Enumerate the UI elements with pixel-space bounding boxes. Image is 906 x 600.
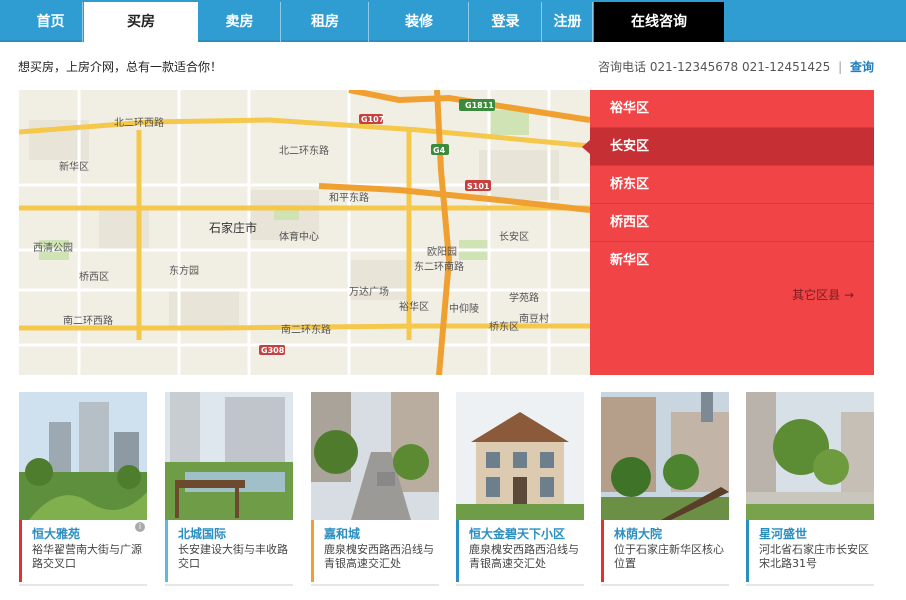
district-xinhua[interactable]: 新华区 xyxy=(590,242,874,280)
district-panel: 裕华区 长安区 桥东区 桥西区 新华区 其它区县 → xyxy=(582,90,874,375)
property-text: 北城国际 长安建设大街与丰收路交口 xyxy=(165,520,293,582)
map-badge-g1811: G1811 xyxy=(465,101,494,110)
map-label-18: 和平东路 xyxy=(329,191,369,204)
map-label-5: 北二环西路 xyxy=(114,116,164,129)
hotline-text: 咨询电话 021-12345678 021-12451425 xyxy=(598,60,831,74)
property-address: 鹿泉槐安西路西沿线与青银高速交汇处 xyxy=(469,543,579,570)
map-label-4: 裕华区 xyxy=(399,300,429,313)
map-label-9: 东二环南路 xyxy=(414,260,464,273)
active-arrow-icon xyxy=(582,140,590,154)
nav-home[interactable]: 首页 xyxy=(19,2,83,42)
divider xyxy=(165,584,293,586)
map-label-city: 石家庄市 xyxy=(209,220,257,235)
map-graphic: G1811 G107 G4 S101 G308 石家庄市 新华区 长安区 桥西区… xyxy=(19,90,590,375)
property-card-xinghe-shengshi[interactable]: 星河盛世 河北省石家庄市长安区宋北路31号 xyxy=(746,392,874,586)
other-districts-link[interactable]: 其它区县 → xyxy=(792,286,854,303)
nav-sell[interactable]: 卖房 xyxy=(199,2,281,42)
slogan-text: 想买房，上房介网，总有一款适合你！ xyxy=(18,60,223,74)
map-label-3: 桥东区 xyxy=(489,320,519,333)
divider xyxy=(601,584,729,586)
query-link[interactable]: 查询 xyxy=(850,60,874,74)
map-badge-g4: G4 xyxy=(433,146,446,155)
property-photo xyxy=(311,392,439,520)
map-label-12: 东方园 xyxy=(169,264,199,277)
property-card-hengda-yayuan[interactable]: i 恒大雅苑 裕华翟营南大街与广源路交叉口 xyxy=(19,392,147,586)
top-navigation: 首页 买房 卖房 租房 装修 登录 注册 在线咨询 xyxy=(0,0,906,42)
map-label-2: 桥西区 xyxy=(79,271,109,283)
property-photo xyxy=(165,392,293,520)
nav-login[interactable]: 登录 xyxy=(470,2,542,42)
property-text: 恒大雅苑 裕华翟营南大街与广源路交叉口 xyxy=(19,520,147,582)
divider xyxy=(19,584,147,586)
map-label-14: 学苑路 xyxy=(509,291,539,304)
map-label-10: 体育中心 xyxy=(279,230,319,243)
map-label-1: 长安区 xyxy=(499,230,529,243)
map-label-8: 南二环东路 xyxy=(281,323,331,336)
nav-rent[interactable]: 租房 xyxy=(282,2,369,42)
hotline-separator: | xyxy=(838,60,843,74)
property-address: 鹿泉槐安西路西沿线与青银高速交汇处 xyxy=(324,543,434,570)
property-photo xyxy=(746,392,874,520)
property-name: 恒大金碧天下小区 xyxy=(469,527,566,541)
property-name: 嘉和城 xyxy=(324,527,361,541)
map-label-15: 南豆村 xyxy=(519,312,549,325)
property-name: 北城国际 xyxy=(178,527,227,541)
property-address: 长安建设大街与丰收路交口 xyxy=(178,543,288,570)
map-badge-g308: G308 xyxy=(261,346,285,355)
map-label-17: 万达广场 xyxy=(349,285,389,298)
nav-decoration[interactable]: 装修 xyxy=(370,2,469,42)
property-card-beicheng-guoji[interactable]: 北城国际 长安建设大街与丰收路交口 xyxy=(165,392,293,586)
map-badge-s101: S101 xyxy=(467,182,490,191)
district-changan[interactable]: 长安区 xyxy=(582,128,874,166)
nav-register[interactable]: 注册 xyxy=(543,2,593,42)
property-text: 嘉和城 鹿泉槐安西路西沿线与青银高速交汇处 xyxy=(311,520,439,582)
district-changan-label: 长安区 xyxy=(610,139,650,154)
hotline-bar: 咨询电话 021-12345678 021-12451425 | 查询 xyxy=(598,58,874,75)
map-label-7: 南二环西路 xyxy=(63,314,113,327)
city-map[interactable]: G1811 G107 G4 S101 G308 石家庄市 新华区 长安区 桥西区… xyxy=(19,90,590,375)
district-yuhua[interactable]: 裕华区 xyxy=(590,90,874,128)
property-photo xyxy=(601,392,729,520)
map-label-13: 西清公园 xyxy=(33,241,73,254)
property-text: 林荫大院 位于石家庄新华区核心位置 xyxy=(601,520,729,582)
property-name: 林荫大院 xyxy=(614,527,663,541)
divider xyxy=(311,584,439,586)
map-badge-g107: G107 xyxy=(361,115,384,124)
property-address: 河北省石家庄市长安区宋北路31号 xyxy=(759,543,869,570)
map-label-6: 北二环东路 xyxy=(279,144,329,157)
district-qiaoxi[interactable]: 桥西区 xyxy=(590,204,874,242)
nav-buy[interactable]: 买房 xyxy=(84,2,198,42)
property-name: 星河盛世 xyxy=(759,527,808,541)
property-address: 裕华翟营南大街与广源路交叉口 xyxy=(32,543,142,570)
property-photo xyxy=(19,392,147,520)
map-label-16: 中仰陵 xyxy=(449,302,479,315)
property-name: 恒大雅苑 xyxy=(32,527,81,541)
property-address: 位于石家庄新华区核心位置 xyxy=(614,543,724,570)
property-card-hengda-jinbi[interactable]: 恒大金碧天下小区 鹿泉槐安西路西沿线与青银高速交汇处 xyxy=(456,392,584,586)
divider xyxy=(456,584,584,586)
nav-online-consult[interactable]: 在线咨询 xyxy=(594,2,724,42)
divider xyxy=(746,584,874,586)
property-card-jiahe-cheng[interactable]: 嘉和城 鹿泉槐安西路西沿线与青银高速交汇处 xyxy=(311,392,439,586)
property-text: 星河盛世 河北省石家庄市长安区宋北路31号 xyxy=(746,520,874,582)
property-text: 恒大金碧天下小区 鹿泉槐安西路西沿线与青银高速交汇处 xyxy=(456,520,584,582)
map-label-0: 新华区 xyxy=(59,160,89,173)
property-photo xyxy=(456,392,584,520)
property-card-linyin-dayuan[interactable]: 林荫大院 位于石家庄新华区核心位置 xyxy=(601,392,729,586)
map-label-11: 欧阳园 xyxy=(427,246,457,258)
district-qiaodong[interactable]: 桥东区 xyxy=(590,166,874,204)
